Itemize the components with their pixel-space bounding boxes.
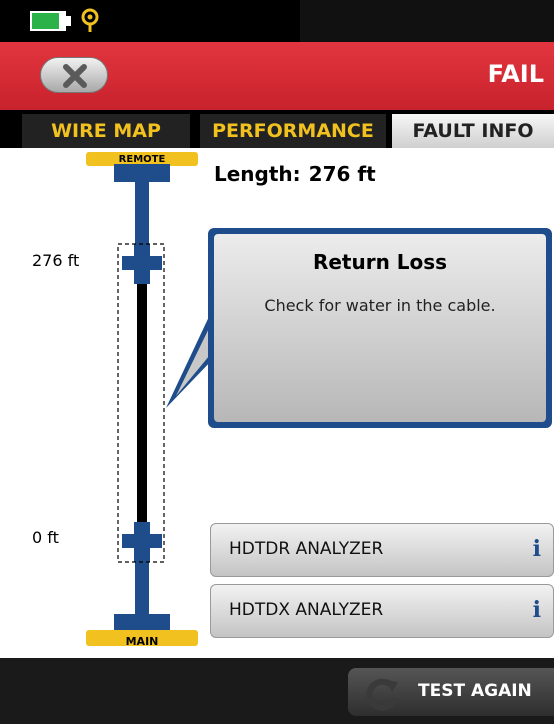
tab-wire-map[interactable]: WIRE MAP bbox=[22, 114, 190, 148]
status-bar bbox=[0, 0, 554, 42]
hdtdr-analyzer-label: HDTDR ANALYZER bbox=[229, 539, 384, 559]
fault-marker-top-h bbox=[122, 256, 162, 270]
result-status: FAIL bbox=[487, 60, 544, 88]
test-again-label: TEST AGAIN bbox=[418, 681, 532, 701]
main-label: MAIN bbox=[125, 635, 159, 648]
fault-callout-body: Return Loss Check for water in the cable… bbox=[214, 234, 546, 422]
footer-bar: TEST AGAIN bbox=[0, 658, 554, 724]
result-header: FAIL bbox=[0, 42, 554, 110]
fault-start-distance: 276 ft bbox=[32, 251, 80, 270]
hdtdx-analyzer-label: HDTDX ANALYZER bbox=[229, 600, 384, 620]
location-pin-icon bbox=[81, 8, 99, 32]
remote-label: REMOTE bbox=[118, 154, 166, 165]
battery-icon bbox=[30, 11, 66, 31]
length-label: Length: bbox=[214, 162, 301, 186]
cable-length: Length: 276 ft bbox=[214, 162, 376, 186]
main-connector-base bbox=[114, 614, 170, 632]
close-x-icon bbox=[63, 64, 87, 88]
fault-title: Return Loss bbox=[312, 250, 448, 274]
hdtdx-analyzer-button[interactable]: HDTDX ANALYZER i bbox=[210, 584, 554, 638]
remote-connector-base bbox=[114, 164, 170, 182]
fault-end-distance: 0 ft bbox=[32, 528, 59, 547]
close-button[interactable] bbox=[40, 57, 108, 93]
tab-fault-info[interactable]: FAULT INFO bbox=[392, 114, 554, 148]
info-icon[interactable]: i bbox=[533, 597, 541, 623]
tab-performance[interactable]: PERFORMANCE bbox=[200, 114, 386, 148]
info-icon[interactable]: i bbox=[533, 536, 541, 562]
battery-nub bbox=[66, 16, 71, 26]
fault-info-panel: REMOTE MAIN 276 ft 0 ft Length: 276 ft Re… bbox=[0, 148, 554, 658]
test-again-button[interactable]: TEST AGAIN bbox=[348, 668, 554, 716]
fault-message: Check for water in the cable. bbox=[264, 296, 496, 315]
status-bar-right bbox=[300, 0, 554, 42]
refresh-icon bbox=[366, 678, 398, 711]
hdtdr-analyzer-button[interactable]: HDTDR ANALYZER i bbox=[210, 523, 554, 577]
length-value: 276 ft bbox=[308, 162, 376, 186]
fault-marker-bottom-h bbox=[122, 534, 162, 548]
tab-bar: WIRE MAP PERFORMANCE FAULT INFO bbox=[0, 110, 554, 148]
fault-callout: Return Loss Check for water in the cable… bbox=[208, 228, 552, 428]
cable-faulty-segment bbox=[137, 264, 147, 538]
